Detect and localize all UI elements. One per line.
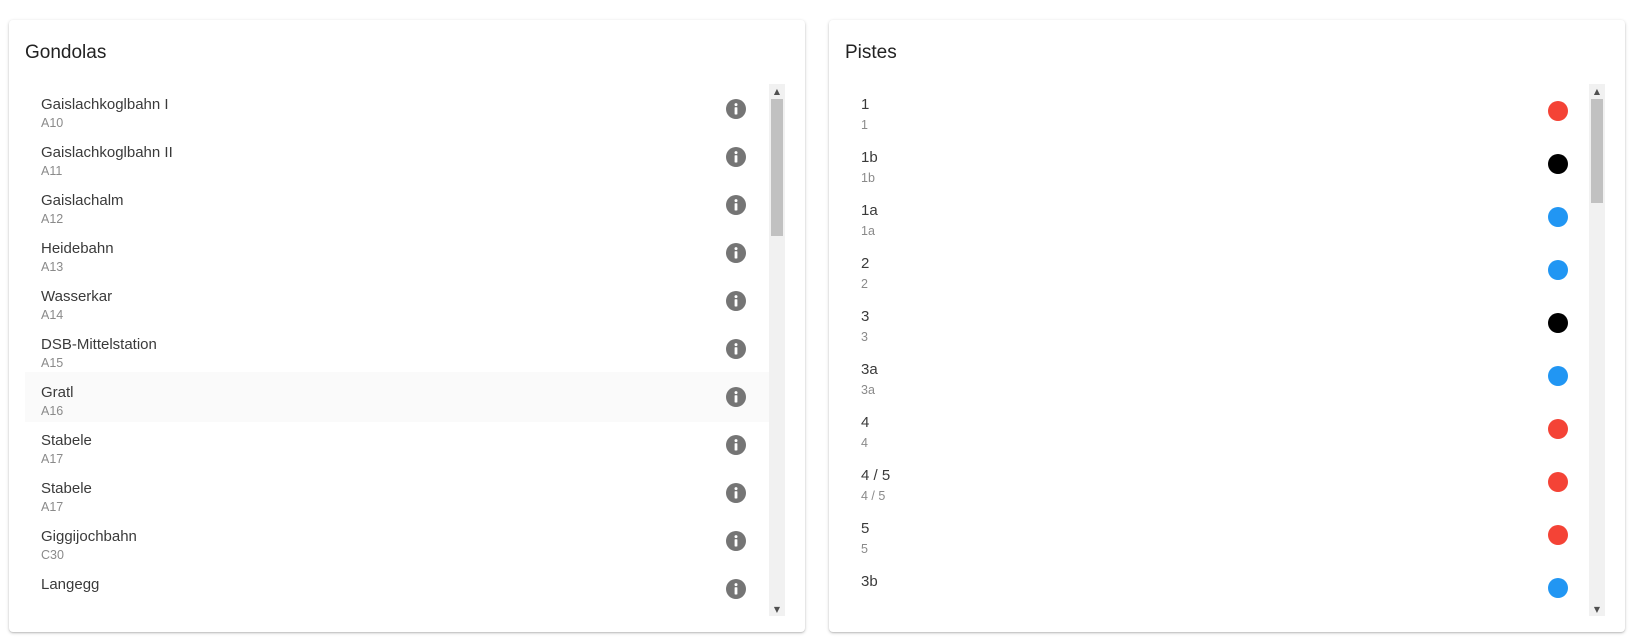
gondolas-title: Gondolas: [25, 42, 107, 63]
info-icon[interactable]: [725, 146, 747, 168]
info-icon[interactable]: [725, 338, 747, 360]
list-item[interactable]: Gaislachalm A12: [25, 180, 769, 230]
difficulty-dot: [1548, 101, 1568, 121]
difficulty-dot: [1548, 366, 1568, 386]
item-name: 2: [861, 255, 870, 272]
list-item[interactable]: Wasserkar A14: [25, 276, 769, 326]
item-name: 1: [861, 96, 870, 113]
item-code: C30: [41, 548, 64, 562]
info-icon[interactable]: [725, 434, 747, 456]
item-code: A15: [41, 356, 64, 370]
item-name: Gaislachkoglbahn I: [41, 96, 169, 113]
gondolas-card: Gondolas Gaislachkoglbahn I A10 Gaislachko…: [9, 20, 805, 632]
item-name: Gratl: [41, 384, 74, 401]
difficulty-dot: [1548, 578, 1568, 598]
list-item[interactable]: Heidebahn A13: [25, 228, 769, 278]
item-name: 1b: [861, 149, 878, 166]
item-sub: 5: [861, 542, 868, 556]
difficulty-dot: [1548, 313, 1568, 333]
gondolas-scrollbar[interactable]: ▲ ▼: [769, 84, 785, 616]
difficulty-dot: [1548, 260, 1568, 280]
item-name: Giggijochbahn: [41, 528, 137, 545]
scroll-down-arrow-icon[interactable]: ▼: [1589, 602, 1605, 616]
item-name: 4: [861, 414, 870, 431]
scroll-up-arrow-icon[interactable]: ▲: [1589, 84, 1605, 98]
list-item[interactable]: 4 / 5 4 / 5: [845, 455, 1589, 505]
item-name: Stabele: [41, 480, 92, 497]
difficulty-dot: [1548, 472, 1568, 492]
info-icon[interactable]: [725, 290, 747, 312]
info-icon[interactable]: [725, 530, 747, 552]
item-code: A17: [41, 500, 64, 514]
item-name: 3b: [861, 573, 878, 590]
list-item[interactable]: DSB-Mittelstation A15: [25, 324, 769, 374]
list-item[interactable]: 11: [845, 84, 1589, 134]
info-icon[interactable]: [725, 194, 747, 216]
item-name: Wasserkar: [41, 288, 113, 305]
item-sub: 1: [861, 118, 868, 132]
item-name: Langegg: [41, 576, 100, 593]
item-code: A10: [41, 116, 64, 130]
list-item[interactable]: Giggijochbahn C30: [25, 516, 769, 566]
item-name: DSB-Mittelstation: [41, 336, 157, 353]
item-sub: 1b: [861, 171, 875, 185]
list-item[interactable]: 22: [845, 243, 1589, 293]
difficulty-dot: [1548, 419, 1568, 439]
item-sub: 4 / 5: [861, 489, 886, 503]
pistes-list[interactable]: 1 1 1b 1b 1a 1a 2 2 3 3 3a 3a 4 4 4 / 54 / 5 5 5 3b: [845, 84, 1589, 616]
list-item[interactable]: Langegg: [25, 564, 769, 614]
scroll-up-arrow-icon[interactable]: ▲: [769, 84, 785, 98]
item-code: A11: [41, 164, 63, 178]
info-icon[interactable]: [725, 242, 747, 264]
item-name: 4 / 5: [861, 467, 891, 484]
scrollbar-thumb[interactable]: [1591, 99, 1603, 203]
item-sub: 1a: [861, 224, 875, 238]
list-item[interactable]: Stabele A17: [25, 468, 769, 518]
pistes-list-container: 1 1 1b 1b 1a 1a 2 2 3 3 3a 3a 4 4 4 / 54 / 5 5 5 3b ▲ ▼: [845, 84, 1605, 616]
item-code: A12: [41, 212, 64, 226]
list-item[interactable]: 44: [845, 402, 1589, 452]
item-sub: 4: [861, 436, 868, 450]
list-item[interactable]: Gaislachkoglbahn II A11: [25, 132, 769, 182]
item-code: A17: [41, 452, 64, 466]
list-item[interactable]: 1a 1a: [845, 190, 1589, 240]
scrollbar-thumb[interactable]: [771, 99, 783, 236]
item-code: A13: [41, 260, 64, 274]
list-item[interactable]: Stabele A17: [25, 420, 769, 470]
list-item[interactable]: 1b 1b: [845, 137, 1589, 187]
info-icon[interactable]: [725, 98, 747, 120]
item-code: A16: [41, 404, 64, 418]
info-icon[interactable]: [725, 482, 747, 504]
item-name: 5: [861, 520, 870, 537]
item-name: Heidebahn: [41, 240, 114, 257]
list-item[interactable]: 3b: [845, 561, 1589, 611]
item-name: 1a: [861, 202, 878, 219]
gondolas-list[interactable]: Gaislachkoglbahn I A10 Gaislachkoglbahn II…: [25, 84, 769, 616]
gondolas-list-container: Gaislachkoglbahn I A10 Gaislachkoglbahn II…: [25, 84, 785, 616]
difficulty-dot: [1548, 154, 1568, 174]
pistes-title: Pistes: [845, 42, 897, 63]
info-icon[interactable]: [725, 578, 747, 600]
scroll-down-arrow-icon[interactable]: ▼: [769, 602, 785, 616]
item-name: 3: [861, 308, 870, 325]
pistes-scrollbar[interactable]: ▲ ▼: [1589, 84, 1605, 616]
item-name: Gaislachkoglbahn II: [41, 144, 173, 161]
item-name: Gaislachalm: [41, 192, 124, 209]
pistes-card: Pistes 1 1 1b 1b 1a 1a 2 2 3 3 3a 3a 4 4 4 / 54 / 5553…: [829, 20, 1625, 632]
item-name: Stabele: [41, 432, 92, 449]
item-name: 3a: [861, 361, 878, 378]
info-icon[interactable]: [725, 386, 747, 408]
list-item[interactable]: Gaislachkoglbahn I A10: [25, 84, 769, 134]
list-item[interactable]: 55: [845, 508, 1589, 558]
list-item[interactable]: 3a 3a: [845, 349, 1589, 399]
list-item[interactable]: 33: [845, 296, 1589, 346]
item-sub: 2: [861, 277, 868, 291]
item-code: A14: [41, 308, 64, 322]
difficulty-dot: [1548, 207, 1568, 227]
item-sub: 3a: [861, 383, 875, 397]
item-sub: 3: [861, 330, 868, 344]
list-item[interactable]: Gratl A16: [25, 372, 769, 422]
difficulty-dot: [1548, 525, 1568, 545]
